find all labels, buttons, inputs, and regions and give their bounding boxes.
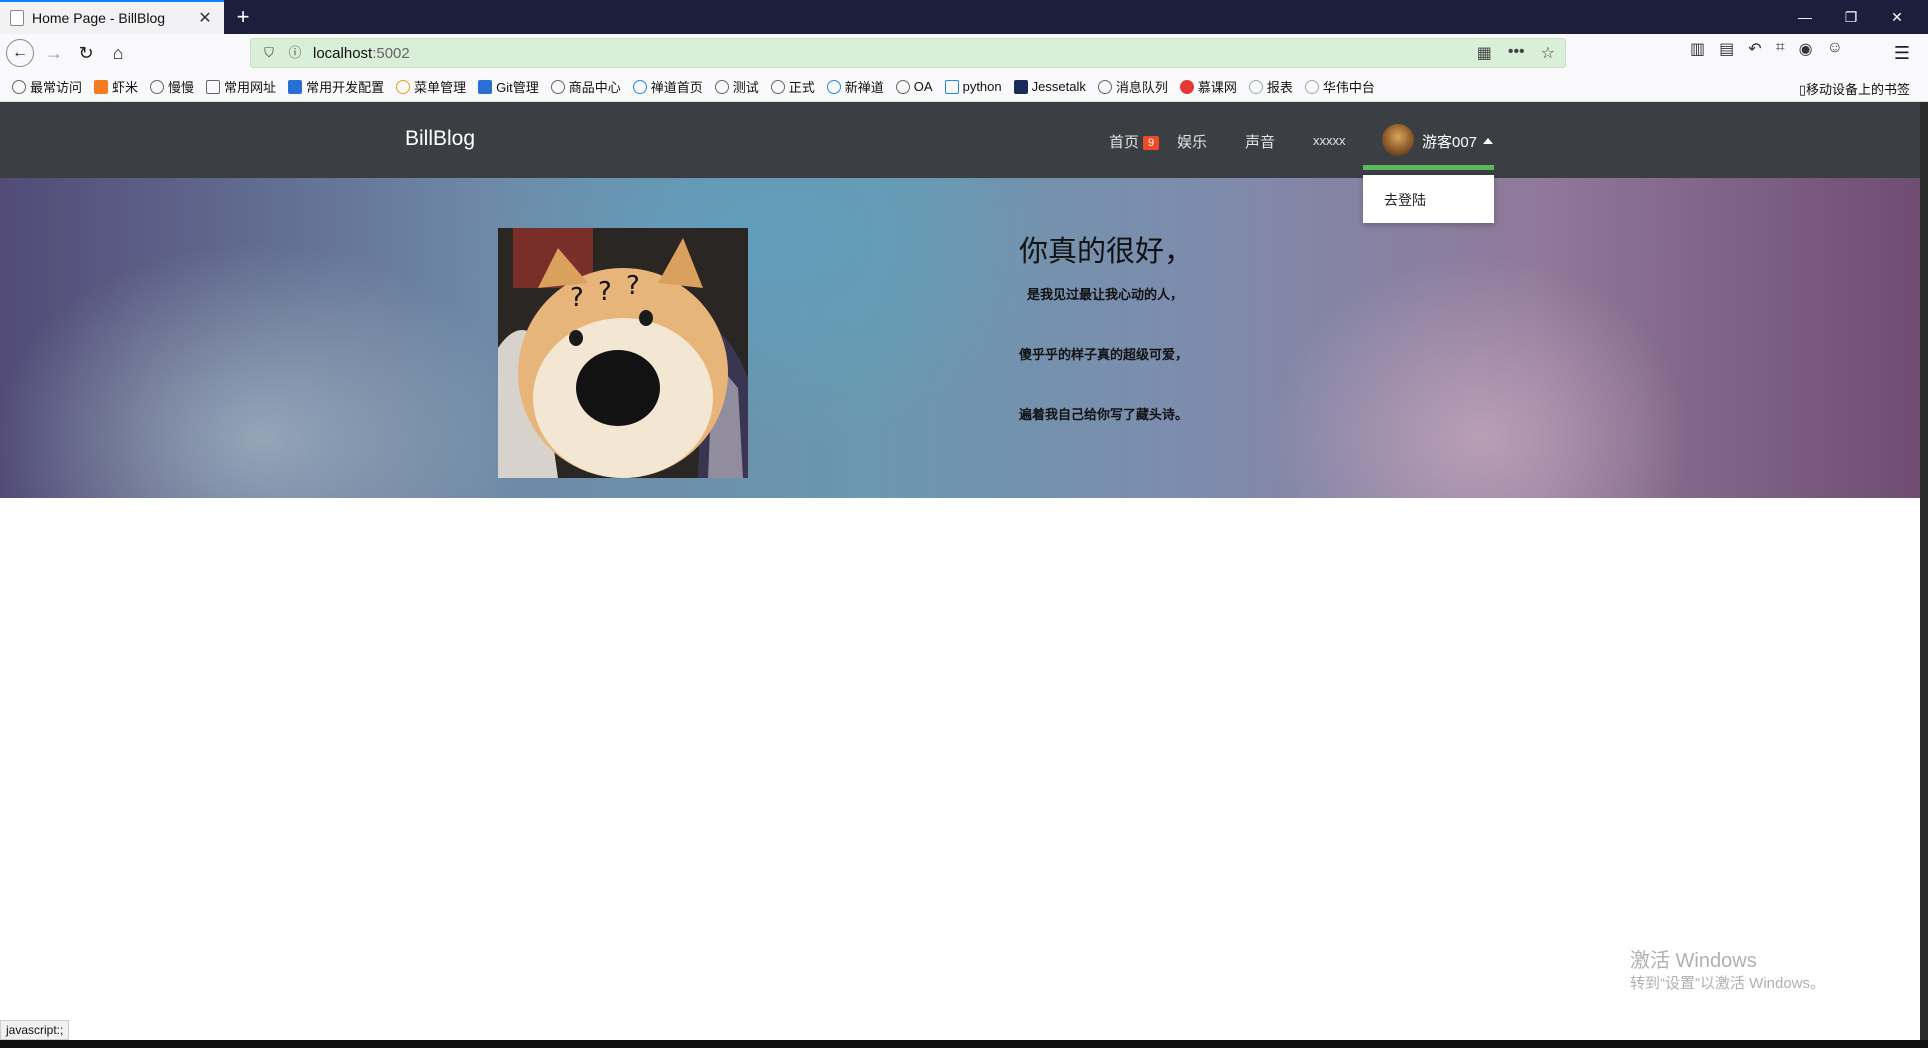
gear-icon — [12, 79, 26, 94]
bookmark-item[interactable]: 虾米 — [94, 77, 138, 96]
bookmark-item[interactable]: 正式 — [770, 77, 815, 96]
site-navbar: BillBlog 首页 9 娱乐 声音 xxxxx 游客007 — [0, 102, 1920, 178]
crop-icon[interactable]: ⌗ — [1776, 39, 1785, 59]
circle-icon — [396, 79, 411, 94]
xiami-icon — [94, 79, 109, 94]
nav-home-label: 首页 — [1109, 134, 1140, 151]
window-edge — [1920, 102, 1928, 1040]
address-bar[interactable]: ⛉ ⓘ localhost:5002 ▦ ••• ☆ — [250, 38, 1566, 68]
qr-code-icon[interactable]: ▦ — [1477, 43, 1492, 63]
library-icon[interactable]: ▥ — [1690, 39, 1705, 59]
globe-icon — [714, 79, 729, 94]
user-name: 游客007 — [1422, 131, 1494, 152]
notification-badge: 9 — [1143, 136, 1160, 150]
sidebar-icon[interactable]: ▤ — [1719, 39, 1734, 59]
globe-icon — [770, 79, 785, 94]
close-tab-icon[interactable]: ✕ — [196, 8, 214, 28]
flag-icon — [288, 79, 303, 94]
undo-icon[interactable]: ↶ — [1748, 39, 1761, 59]
active-indicator — [1363, 165, 1494, 170]
bookmark-item[interactable]: 消息队列 — [1097, 77, 1168, 96]
doge-image: ? ? ? — [498, 228, 748, 478]
more-actions-icon[interactable]: ••• — [1508, 43, 1525, 63]
hero-line-1: 是我见过最让我心动的人， — [1027, 287, 1184, 302]
back-button[interactable]: ← — [6, 39, 34, 67]
page-icon — [10, 10, 24, 26]
url-host: localhost — [313, 44, 373, 62]
hero-section: ? ? ? 你真的很好， 是我见过最让我心动的人， 傻乎乎的样子真的超级可爱， … — [0, 178, 1920, 498]
zentao-icon — [632, 79, 647, 94]
bookmark-item[interactable]: 慕课网 — [1179, 77, 1237, 96]
bookmark-item[interactable]: 禅道首页 — [632, 77, 703, 96]
bookmark-item[interactable]: 菜单管理 — [396, 77, 466, 96]
tab-title: Home Page - BillBlog — [32, 10, 166, 26]
folder-icon — [206, 79, 221, 94]
hero-line-2: 傻乎乎的样子真的超级可爱， — [1019, 347, 1189, 362]
user-dropdown: 去登陆 — [1363, 175, 1494, 223]
bookmark-item[interactable]: 报表 — [1248, 77, 1293, 96]
account-icon[interactable]: ☺ — [1827, 39, 1843, 59]
tab-strip: Home Page - BillBlog ✕ + — ❐ ✕ — [0, 0, 1928, 34]
rocket-icon — [944, 79, 959, 94]
nav-home[interactable]: 首页 9 — [1109, 131, 1160, 152]
globe-icon — [895, 79, 910, 94]
phone-icon: ▯ — [1798, 82, 1806, 97]
forward-button[interactable]: → — [40, 39, 68, 67]
minimize-button[interactable]: — — [1782, 0, 1828, 34]
fire-icon — [1179, 79, 1194, 94]
activation-watermark-title: 激活 Windows — [1630, 950, 1757, 972]
bookmark-item[interactable]: 商品中心 — [550, 77, 621, 96]
chat-icon[interactable]: ◉ — [1799, 39, 1813, 59]
star-icon — [1248, 79, 1263, 94]
nav-entertainment[interactable]: 娱乐 — [1177, 131, 1207, 152]
status-link-preview: javascript:; — [0, 1020, 70, 1040]
svg-text:?: ? — [598, 277, 612, 307]
taskbar — [0, 1040, 1928, 1048]
nav-xxxxx[interactable]: xxxxx — [1313, 133, 1346, 148]
hero-title: 你真的很好， — [1019, 236, 1194, 268]
new-tab-button[interactable]: + — [230, 4, 256, 30]
nav-sound[interactable]: 声音 — [1245, 131, 1275, 152]
j-icon — [1013, 79, 1028, 94]
avatar — [1382, 124, 1414, 156]
bookmark-item[interactable]: 常用开发配置 — [288, 77, 384, 96]
close-window-button[interactable]: ✕ — [1874, 0, 1920, 34]
hero-line-3: 遍着我自己给你写了藏头诗。 — [1019, 407, 1189, 422]
bookmarks-bar: 最常访问 虾米 慢慢 常用网址 常用开发配置 菜单管理 Git管理 商品中心 禅… — [0, 72, 1928, 102]
menu-icon[interactable]: ☰ — [1888, 39, 1916, 67]
home-button[interactable]: ⌂ — [104, 39, 132, 67]
bookmark-item[interactable]: 最常访问 — [12, 77, 82, 96]
shield-icon[interactable]: ⛉ — [261, 45, 277, 61]
bookmark-item[interactable]: 测试 — [714, 77, 759, 96]
bookmark-item[interactable]: 常用网址 — [206, 77, 276, 96]
flag-icon — [478, 79, 493, 94]
bookmark-item[interactable]: 慢慢 — [150, 77, 194, 96]
globe-icon — [1097, 79, 1112, 94]
mobile-bookmarks[interactable]: ▯移动设备上的书签 — [1799, 79, 1910, 98]
nav-toolbar: ← → ↻ ⌂ ⛉ ⓘ localhost:5002 ▦ ••• ☆ ▥ ▤ ↶… — [0, 34, 1928, 72]
info-icon[interactable]: ⓘ — [287, 45, 303, 61]
star-icon — [1304, 79, 1319, 94]
browser-tab[interactable]: Home Page - BillBlog ✕ — [0, 0, 224, 34]
globe-icon — [550, 79, 565, 94]
bookmark-item[interactable]: 新禅道 — [826, 77, 884, 96]
bookmark-item[interactable]: Git管理 — [478, 77, 539, 96]
bookmark-item[interactable]: python — [944, 79, 1002, 94]
site-brand[interactable]: BillBlog — [405, 127, 475, 151]
user-menu[interactable]: 游客007 — [1363, 102, 1512, 178]
svg-text:?: ? — [570, 283, 584, 313]
leaf-icon — [150, 79, 165, 94]
bookmark-item[interactable]: Jessetalk — [1013, 79, 1086, 94]
bookmark-item[interactable]: 华伟中台 — [1304, 77, 1375, 96]
url-port: :5002 — [372, 44, 410, 62]
activation-watermark-subtitle: 转到“设置”以激活 Windows。 — [1630, 975, 1826, 992]
reload-button[interactable]: ↻ — [72, 39, 100, 67]
bookmark-item[interactable]: OA — [895, 79, 933, 94]
bookmark-star-icon[interactable]: ☆ — [1541, 43, 1555, 63]
restore-button[interactable]: ❐ — [1828, 0, 1874, 34]
svg-text:?: ? — [626, 271, 640, 301]
caret-up-icon — [1483, 138, 1494, 144]
login-link[interactable]: 去登陆 — [1384, 190, 1426, 210]
zentao-icon — [826, 79, 841, 94]
